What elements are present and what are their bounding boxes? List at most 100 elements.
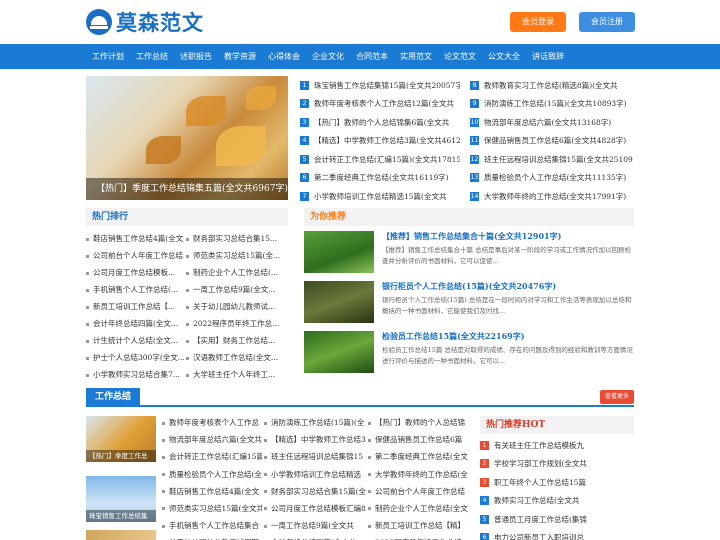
hero-banner[interactable]: 【热门】季度工作总结锦集五篇(全文共6967字) [86, 76, 288, 200]
summary-thumbnail[interactable]: 【热门】季度工作总 [86, 416, 156, 462]
list-item-title[interactable]: 鞋店销售工作总结4篇(全文... [93, 234, 184, 243]
list-item[interactable]: 质量检验员个人工作总结(全 [162, 466, 262, 483]
nav-item[interactable]: 企业文化 [306, 44, 350, 69]
recommend-item-title[interactable]: 银行柜员个人工作总结(15篇)(全文共20476字) [382, 281, 556, 292]
list-item[interactable]: 2 教师年度考核表个人工作总结12篇(全文共 [300, 95, 460, 114]
list-item[interactable]: 小学教师培训工作总结精选 [264, 466, 366, 483]
list-item-title[interactable]: 会计年终总结四篇(全文... [93, 319, 178, 328]
list-item[interactable]: 财务部实习总结合集15... [186, 230, 286, 247]
list-item-title[interactable]: 大学教师年终的工作总结(全 [375, 470, 468, 479]
list-item[interactable]: 公司前台个人年度工作总结 [368, 483, 472, 500]
list-item[interactable]: 师范类实习总结15篇(全... [186, 247, 286, 264]
list-item-title[interactable]: 质量检验员个人工作总结(全文共11135字) [484, 172, 626, 183]
list-item-title[interactable]: 大学教师年终的工作总结(全文共17991字) [484, 191, 626, 202]
list-item-title[interactable]: 护士个人总结300字(全文... [93, 353, 184, 362]
nav-item[interactable]: 合同范本 [350, 44, 394, 69]
list-item-title[interactable]: 【精选】中学教师工作总结3 [271, 435, 366, 444]
list-item[interactable]: 一周工作总结9篇(全文共 [264, 517, 366, 534]
recommend-thumbnail[interactable] [304, 231, 374, 273]
list-item[interactable]: 护士个人总结300字(全文... [86, 349, 184, 366]
list-item-title[interactable]: 电力公司新员工入职培训总 [494, 532, 584, 540]
list-item-title[interactable]: 【热门】教师的个人总结锦 [375, 418, 465, 427]
list-item[interactable]: 汉语教师工作总结(全文... [186, 349, 286, 366]
list-item[interactable]: 11 保健品销售员工作总结6篇(全文共4828字) [470, 132, 634, 151]
summary-thumbnail-caption[interactable]: 【热门】季度工作总 [86, 450, 156, 462]
list-item-title[interactable]: 公司月度工作总结模板汇编8 [271, 504, 366, 513]
list-item[interactable]: 3 【热门】教师的个人总结锦集6篇(全文共 [300, 113, 460, 132]
list-item[interactable]: 新员工培训工作总结【... [86, 298, 184, 315]
hero-caption[interactable]: 【热门】季度工作总结锦集五篇(全文共6967字) [86, 178, 288, 200]
nav-item[interactable]: 工作总结 [130, 44, 174, 69]
list-item[interactable]: 制药企业个人工作总结(全文 [368, 500, 472, 517]
list-item[interactable]: 6 电力公司新员工入职培训总 [480, 529, 634, 540]
list-item[interactable]: 【精选】中学教师工作总结3 [264, 431, 366, 448]
nav-item[interactable]: 公文大全 [482, 44, 526, 69]
list-item-title[interactable]: 制药企业个人工作总结(全文 [375, 504, 468, 513]
list-item[interactable]: 大学教师年终的工作总结(全 [368, 466, 472, 483]
list-item[interactable]: 大学班主任个人年终工... [186, 366, 286, 383]
list-item[interactable]: 4 【精选】中学教师工作总结3篇(全文共4612 [300, 132, 460, 151]
recommend-item[interactable]: 银行柜员个人工作总结(15篇)(全文共20476字) 银行柜员个人工作总结(15… [304, 281, 634, 325]
list-item[interactable]: 小学教师实习总结合集7... [86, 366, 184, 383]
list-item[interactable]: 5 会计转正工作总结(汇编15篇)(全文共17815 [300, 150, 460, 169]
list-item-title[interactable]: 职工年终个人工作总结15篇 [494, 477, 586, 488]
list-item-title[interactable]: 师范类实习总结15篇(全... [193, 251, 280, 260]
list-item-title[interactable]: 小学教师培训工作总结精选 [271, 470, 361, 479]
list-item[interactable]: 8 教师教育实习工作总结(精选8篇)(全文共 [470, 76, 634, 95]
work-summary-title[interactable]: 工作总结 [86, 388, 140, 407]
list-item[interactable]: 9 消防演练工作总结(15篇)(全文共10893字) [470, 95, 634, 114]
list-item-title[interactable]: 保健品销售员工作总结6篇(全文共4828字) [484, 135, 626, 146]
list-item[interactable]: 计生统计个人总结(全文... [86, 332, 184, 349]
recommend-thumbnail[interactable] [304, 281, 374, 323]
list-item[interactable]: 会计年终总结四篇(全文... [86, 315, 184, 332]
list-item[interactable]: 物流部年度总结六篇(全文共 [162, 431, 262, 448]
list-item-title[interactable]: 消防演练工作总结(15篇)(全 [271, 418, 364, 427]
list-item[interactable]: 14 大学教师年终的工作总结(全文共17991字) [470, 187, 634, 206]
list-item[interactable]: 6 第二季度经典工作总结(全文共16119字) [300, 169, 460, 188]
list-item[interactable]: 新员工培训工作总结【精】 [368, 517, 472, 534]
list-item-title[interactable]: 会计转正工作总结(汇编15篇)(全文共17815 [314, 154, 460, 165]
list-item-title[interactable]: 手机销售个人工作总结(... [93, 285, 178, 294]
list-item-title[interactable]: 一周工作总结9篇(全文... [193, 285, 275, 294]
list-item[interactable]: 关于幼儿园幼儿教师试... [186, 298, 286, 315]
list-item[interactable]: 鞋店销售工作总结4篇(全文... [86, 230, 184, 247]
list-item[interactable]: 12 班主任远程培训总结集锦15篇(全文共25109 [470, 150, 634, 169]
list-item[interactable]: 5 普通员工月度工作总结(集锦 [480, 510, 634, 529]
nav-item[interactable]: 论文范文 [438, 44, 482, 69]
list-item[interactable]: 鞋店销售工作总结4篇(全文 [162, 483, 262, 500]
list-item[interactable]: 13 质量检验员个人工作总结(全文共11135字) [470, 169, 634, 188]
nav-item[interactable]: 工作计划 [86, 44, 130, 69]
list-item-title[interactable]: 鞋店销售工作总结4篇(全文 [169, 487, 259, 496]
list-item[interactable]: 【实用】财务工作总结... [186, 332, 286, 349]
view-more-button[interactable]: 查看更多 [600, 390, 634, 404]
list-item-title[interactable]: 财务部实习总结合集15篇(全 [271, 487, 366, 496]
list-item[interactable]: 会计年终总结四篇(全文共 [264, 534, 366, 540]
list-item[interactable]: 制药企业个人工作总结(... [186, 264, 286, 281]
list-item-title[interactable]: 计生统计个人总结(全文... [93, 336, 178, 345]
list-item[interactable]: 关于幼儿园幼儿教师试用期 [162, 534, 262, 540]
list-item-title[interactable]: 第二季度经典工作总结(全文共16119字) [314, 172, 449, 183]
list-item-title[interactable]: 教师教育实习工作总结(精选8篇)(全文共 [484, 80, 618, 91]
list-item-title[interactable]: 新员工培训工作总结【精】 [375, 521, 465, 530]
list-item-title[interactable]: 【实用】财务工作总结... [193, 336, 275, 345]
recommend-item[interactable]: 检验员工作总结15篇(全文共22169字) 检验员工作总结15篇 总结是对取得的… [304, 331, 634, 375]
list-item[interactable]: 师范类实习总结15篇(全文共 [162, 500, 262, 517]
list-item-title[interactable]: 公司前台个人年度工作总结 [375, 487, 465, 496]
list-item-title[interactable]: 第二季度经典工作总结(全文 [375, 452, 468, 461]
list-item-title[interactable]: 普通员工月度工作总结(集锦 [494, 514, 587, 525]
nav-item[interactable]: 讲话致辞 [526, 44, 570, 69]
nav-item[interactable]: 心得体会 [262, 44, 306, 69]
list-item[interactable]: 公司月度工作总结模板... [86, 264, 184, 281]
list-item[interactable]: 消防演练工作总结(15篇)(全 [264, 414, 366, 431]
list-item-title[interactable]: 教师年度考核表个人工作总结12篇(全文共 [314, 98, 454, 109]
list-item[interactable]: 7 小学教师培训工作总结精选15篇(全文共 [300, 187, 460, 206]
list-item[interactable]: 1 珠宝销售工作总结集锦15篇(全文共20057字) [300, 76, 460, 95]
list-item-title[interactable]: 班主任远程培训总结集锦15篇(全文共25109 [484, 154, 633, 165]
recommend-item-title[interactable]: 【推荐】销售工作总结集合十篇(全文共12901字) [382, 231, 561, 242]
list-item-title[interactable]: 关于幼儿园幼儿教师试... [193, 302, 275, 311]
register-button[interactable]: 会员注册 [579, 12, 635, 32]
list-item-title[interactable]: 保健品销售员工作总结6篇 [375, 435, 462, 444]
list-item[interactable]: 财务部实习总结合集15篇(全 [264, 483, 366, 500]
summary-thumbnail[interactable]: 珠宝销售工作总结集 [86, 476, 156, 522]
nav-item[interactable]: 实用范文 [394, 44, 438, 69]
